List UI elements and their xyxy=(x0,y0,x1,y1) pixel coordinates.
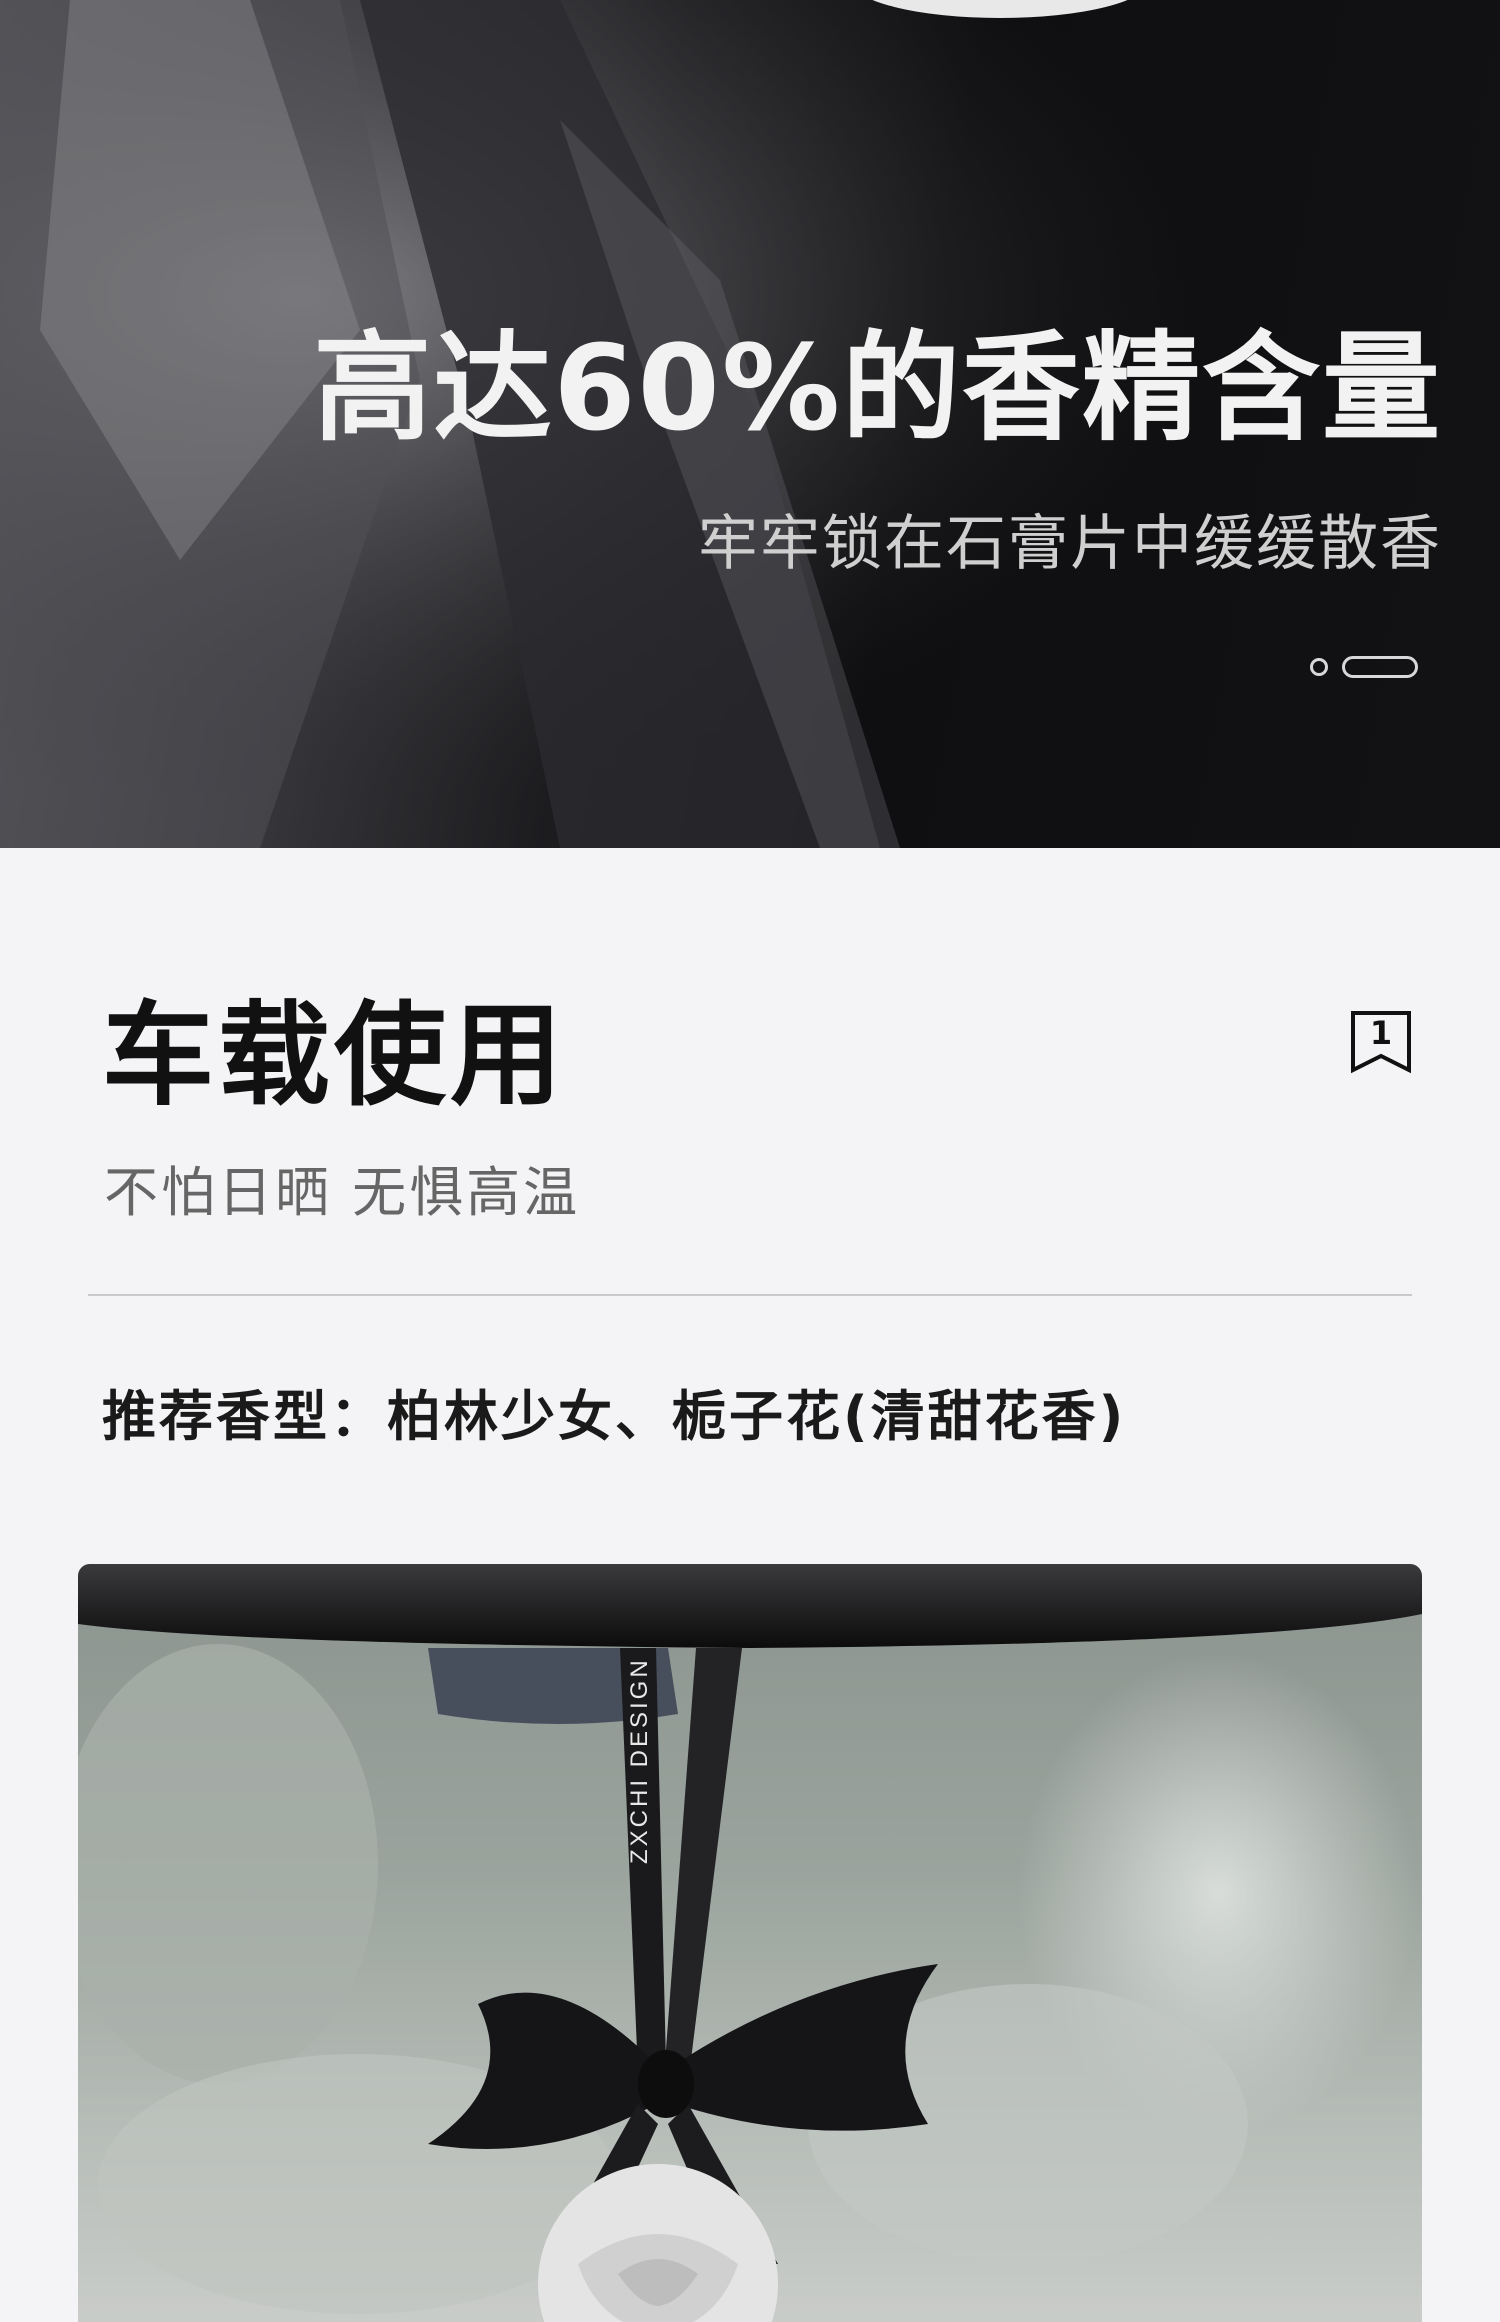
carousel-dot-1[interactable] xyxy=(1310,658,1328,676)
product-photo: ZXCHI DESIGN xyxy=(78,1564,1422,2322)
ribbon-brand-text: ZXCHI DESIGN xyxy=(626,1657,653,1864)
divider xyxy=(88,1294,1412,1296)
hero-title: 高达60%的香精含量 xyxy=(313,319,1442,457)
hero-banner: 高达60%的香精含量 牢牢锁在石膏片中缓缓散香 xyxy=(0,0,1500,848)
section-title: 车载使用 xyxy=(102,991,566,1121)
section-subtitle: 不怕日晒 无惧高温 xyxy=(104,1161,581,1224)
carousel-dot-2-active[interactable] xyxy=(1342,656,1418,678)
badge-number: 1 xyxy=(1369,1014,1393,1052)
recommended-scent-text: 推荐香型：柏林少女、栀子花(清甜花香) xyxy=(102,1385,1127,1448)
carousel-indicator[interactable] xyxy=(1310,656,1418,678)
hero-subtitle: 牢牢锁在石膏片中缓缓散香 xyxy=(698,509,1442,579)
car-hanging-ornament-image xyxy=(78,1564,1422,2322)
